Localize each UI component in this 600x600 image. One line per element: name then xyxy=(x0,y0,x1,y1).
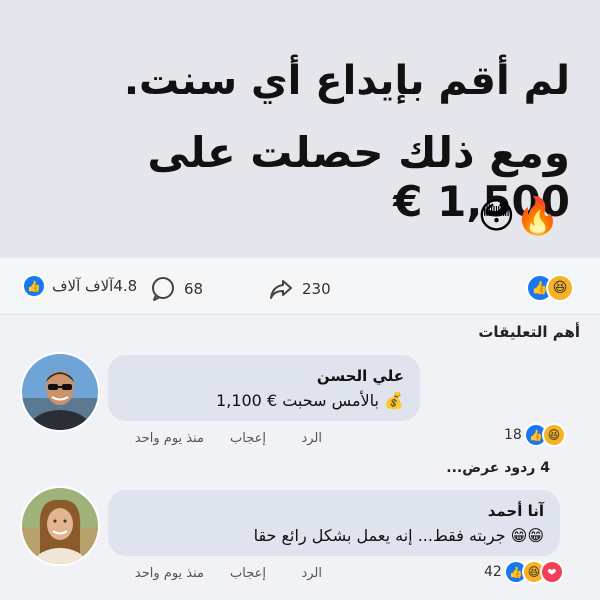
shares-count: 230 xyxy=(302,280,331,298)
like-link[interactable]: إعجاب xyxy=(230,566,266,581)
comment-author[interactable]: علي الحسن xyxy=(124,367,404,385)
comment-icon xyxy=(152,277,174,301)
reply-link[interactable]: الرد xyxy=(301,566,322,581)
share-icon xyxy=(270,280,292,299)
comment-reaction-count: 18 xyxy=(504,427,522,443)
post-emojis: 🔥😳 xyxy=(477,196,560,237)
haha-reaction-icon: 😆 xyxy=(543,425,564,445)
like-reaction-icon: 👍 xyxy=(24,276,44,296)
comment-text: 😁😁 جربته فقط... إنه يعمل بشكل رائع حقا xyxy=(253,526,544,545)
comment-time: منذ يوم واحد xyxy=(134,566,204,581)
like-reaction-icon: 👍 xyxy=(525,425,546,445)
comments-count: 68 xyxy=(184,280,204,298)
like-reaction-icon: 👍 xyxy=(505,562,526,582)
shares-summary[interactable]: 230 xyxy=(268,276,331,302)
reactions-count: 4.8آلاف آلاف xyxy=(52,277,138,295)
love-reaction-icon: ❤ xyxy=(541,562,562,582)
comment-reaction-count: 42 xyxy=(484,564,502,580)
reactions-summary[interactable]: 👍 4.8آلاف آلاف xyxy=(24,276,137,296)
view-replies-link[interactable]: 4 ردود عرض... xyxy=(446,460,550,476)
comment-bubble: آنا أحمد 😁😁 جربته فقط... إنه يعمل بشكل ر… xyxy=(108,490,560,556)
comment-author[interactable]: آنا أحمد xyxy=(124,502,544,520)
reaction-icons[interactable]: 👍 😆 xyxy=(528,276,572,300)
haha-reaction-icon: 😆 xyxy=(523,562,544,582)
like-link[interactable]: إعجاب xyxy=(230,431,266,446)
comment-time: منذ يوم واحد xyxy=(134,431,204,446)
comment-bubble: علي الحسن 💰 بالأمس سحبت € 1,100 xyxy=(108,355,420,421)
comment-reactions[interactable]: 18 👍 😆 xyxy=(504,425,564,445)
avatar[interactable] xyxy=(20,486,100,566)
post-stats-bar: 👍 4.8آلاف آلاف 68 230 👍 😆 xyxy=(0,258,600,315)
reply-link[interactable]: الرد xyxy=(301,431,322,446)
comments-summary[interactable]: 68 xyxy=(150,276,203,302)
comment-reactions[interactable]: 42 👍 😆 ❤ xyxy=(484,562,562,582)
top-comments-heading: أهم التعليقات xyxy=(478,323,580,341)
avatar[interactable] xyxy=(20,352,100,432)
post-headline-line1: لم أقم بإيداع أي سنت. xyxy=(123,58,570,104)
haha-reaction-icon: 😆 xyxy=(548,276,572,300)
comment-text: 💰 بالأمس سحبت € 1,100 xyxy=(216,391,404,410)
post-image: لم أقم بإيداع أي سنت. ومع ذلك حصلت على 1… xyxy=(0,0,600,258)
